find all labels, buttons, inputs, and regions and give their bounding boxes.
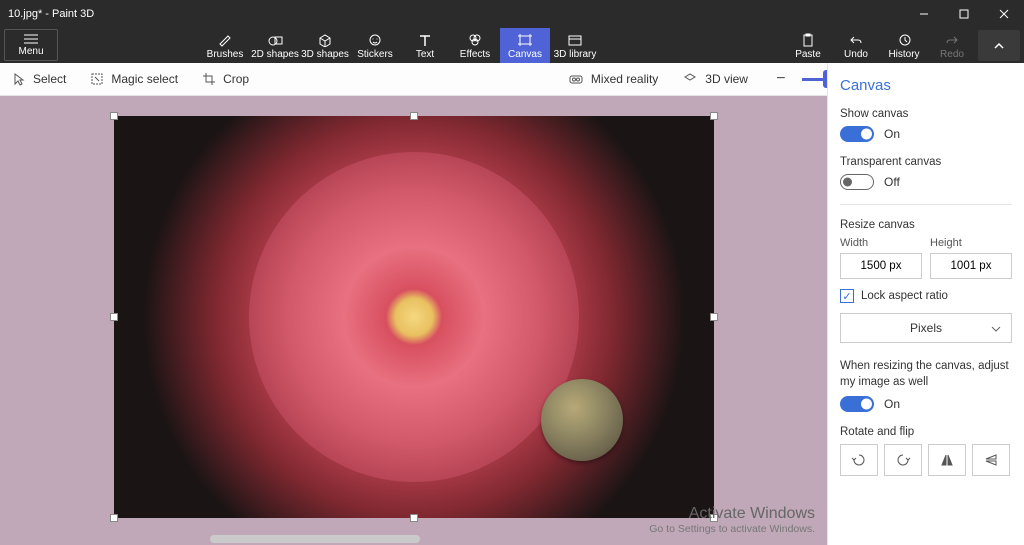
workspace: Activate Windows Go to Settings to activ… bbox=[0, 96, 827, 545]
redo-button[interactable]: Redo bbox=[928, 28, 976, 63]
resize-handle-ne[interactable] bbox=[710, 112, 718, 120]
show-canvas-state: On bbox=[884, 127, 900, 141]
maximize-button[interactable] bbox=[944, 0, 984, 28]
cursor-icon bbox=[12, 72, 26, 86]
window-title: 10.jpg* - Paint 3D bbox=[0, 8, 94, 20]
crop-icon bbox=[202, 72, 216, 86]
undo-button[interactable]: Undo bbox=[832, 28, 880, 63]
menu-button[interactable]: Menu bbox=[4, 29, 58, 61]
titlebar: 10.jpg* - Paint 3D bbox=[0, 0, 1024, 28]
main-toolbar: Menu Brushes 2D shapes 3D shapes Sticker… bbox=[0, 28, 1024, 63]
effects-icon bbox=[467, 33, 483, 47]
text-icon bbox=[417, 33, 433, 47]
canvas-panel: Canvas Show canvas On Transparent canvas… bbox=[827, 63, 1024, 545]
tool-text[interactable]: Text bbox=[400, 28, 450, 63]
height-input[interactable] bbox=[930, 253, 1012, 279]
tool-3d-library[interactable]: 3D library bbox=[550, 28, 600, 63]
resize-image-toggle[interactable] bbox=[840, 396, 874, 412]
checkbox-icon: ✓ bbox=[840, 289, 854, 303]
magic-select-icon bbox=[90, 72, 104, 86]
mixed-reality-action[interactable]: Mixed reality bbox=[556, 63, 670, 95]
show-canvas-toggle[interactable] bbox=[840, 126, 874, 142]
shapes-3d-icon bbox=[317, 33, 333, 47]
horizontal-scrollbar[interactable] bbox=[210, 535, 420, 543]
sphere-object[interactable] bbox=[541, 379, 623, 461]
resize-handle-w[interactable] bbox=[110, 313, 118, 321]
tool-2d-shapes[interactable]: 2D shapes bbox=[250, 28, 300, 63]
resize-handle-nw[interactable] bbox=[110, 112, 118, 120]
panel-title: Canvas bbox=[840, 77, 1012, 94]
resize-handle-n[interactable] bbox=[410, 112, 418, 120]
rotate-cw-icon bbox=[895, 452, 911, 468]
transparent-canvas-label: Transparent canvas bbox=[840, 156, 1012, 168]
tool-effects[interactable]: Effects bbox=[450, 28, 500, 63]
units-combo[interactable]: Pixels bbox=[840, 313, 1012, 343]
expand-button[interactable] bbox=[978, 30, 1020, 61]
zoom-out-button[interactable]: − bbox=[770, 68, 792, 90]
mixed-reality-icon bbox=[568, 72, 584, 86]
minimize-button[interactable] bbox=[904, 0, 944, 28]
hamburger-icon bbox=[24, 34, 38, 44]
flip-horizontal-button[interactable] bbox=[928, 444, 966, 476]
transparent-canvas-toggle[interactable] bbox=[840, 174, 874, 190]
undo-icon bbox=[849, 33, 863, 47]
rotate-ccw-icon bbox=[851, 452, 867, 468]
resize-image-state: On bbox=[884, 397, 900, 411]
height-label: Height bbox=[930, 237, 1012, 249]
width-label: Width bbox=[840, 237, 922, 249]
brush-icon bbox=[217, 33, 233, 47]
paste-icon bbox=[801, 33, 815, 47]
tool-stickers[interactable]: Stickers bbox=[350, 28, 400, 63]
magic-select-action[interactable]: Magic select bbox=[78, 63, 190, 95]
redo-icon bbox=[945, 33, 959, 47]
tool-3d-shapes[interactable]: 3D shapes bbox=[300, 28, 350, 63]
lock-aspect-checkbox[interactable]: ✓ Lock aspect ratio bbox=[840, 289, 1012, 303]
flip-vertical-button[interactable] bbox=[972, 444, 1010, 476]
rotate-cw-button[interactable] bbox=[884, 444, 922, 476]
chevron-up-icon bbox=[993, 42, 1005, 50]
select-action[interactable]: Select bbox=[0, 63, 78, 95]
flower-image-content bbox=[249, 152, 579, 482]
crop-action[interactable]: Crop bbox=[190, 63, 261, 95]
history-icon bbox=[897, 33, 911, 47]
transparent-canvas-state: Off bbox=[884, 175, 900, 189]
paste-button[interactable]: Paste bbox=[784, 28, 832, 63]
resize-handle-s[interactable] bbox=[410, 514, 418, 522]
history-button[interactable]: History bbox=[880, 28, 928, 63]
windows-watermark: Activate Windows Go to Settings to activ… bbox=[649, 505, 815, 535]
show-canvas-label: Show canvas bbox=[840, 108, 1012, 120]
width-input[interactable] bbox=[840, 253, 922, 279]
chevron-down-icon bbox=[991, 321, 1001, 335]
3d-view-action[interactable]: 3D view bbox=[670, 63, 760, 95]
rotate-ccw-button[interactable] bbox=[840, 444, 878, 476]
flip-h-icon bbox=[939, 452, 955, 468]
close-button[interactable] bbox=[984, 0, 1024, 28]
canvas-selection[interactable] bbox=[114, 116, 714, 518]
resize-handle-e[interactable] bbox=[710, 313, 718, 321]
sticker-icon bbox=[367, 33, 383, 47]
rotate-flip-label: Rotate and flip bbox=[840, 426, 1012, 438]
menu-label: Menu bbox=[18, 46, 43, 57]
tool-canvas[interactable]: Canvas bbox=[500, 28, 550, 63]
tool-brushes[interactable]: Brushes bbox=[200, 28, 250, 63]
shapes-2d-icon bbox=[267, 33, 283, 47]
flip-v-icon bbox=[983, 452, 999, 468]
canvas-icon bbox=[517, 33, 533, 47]
resize-note-label: When resizing the canvas, adjust my imag… bbox=[840, 359, 1012, 390]
view-3d-icon bbox=[682, 72, 698, 86]
canvas-image[interactable] bbox=[114, 116, 714, 518]
resize-canvas-label: Resize canvas bbox=[840, 219, 1012, 231]
library-icon bbox=[567, 33, 583, 47]
resize-handle-sw[interactable] bbox=[110, 514, 118, 522]
